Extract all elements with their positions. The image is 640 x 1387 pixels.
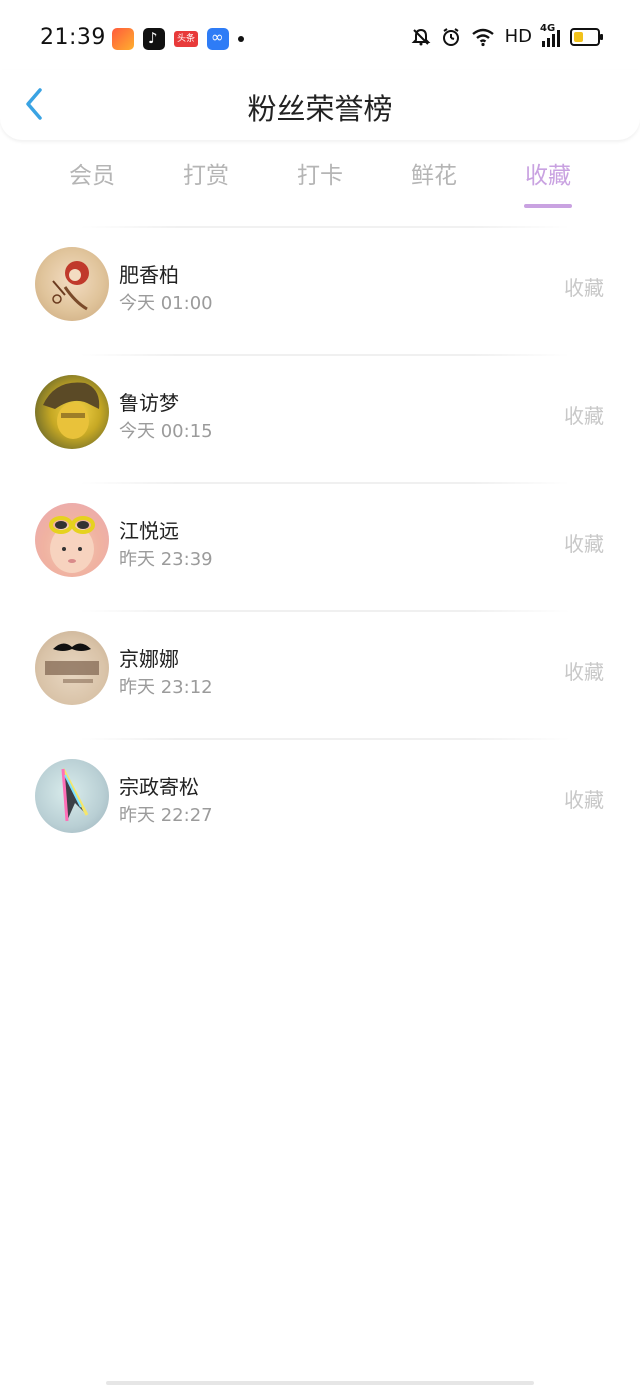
tab-favorites[interactable]: 收藏 (491, 156, 605, 212)
avatar[interactable] (35, 631, 109, 705)
list-item[interactable]: 宗政寄松 昨天 22:27 收藏 (0, 740, 640, 868)
wifi-icon (471, 28, 494, 46)
tab-member[interactable]: 会员 (35, 156, 149, 212)
action-label: 收藏 (564, 532, 604, 556)
action-label: 收藏 (564, 660, 604, 684)
infinity-app-icon (207, 28, 229, 50)
toutiao-icon: 头条 (174, 31, 198, 47)
tab-reward[interactable]: 打赏 (149, 156, 263, 212)
top-nav-bar: 粉丝荣誉榜 (0, 70, 640, 140)
avatar[interactable] (35, 503, 109, 577)
alarm-icon (442, 27, 459, 46)
signal-4g-icon: 4G (540, 23, 560, 47)
app-notification-icon (112, 28, 134, 50)
douyin-icon (143, 28, 165, 50)
hd-indicator: HD (504, 26, 532, 47)
user-name: 鲁访梦 (119, 391, 179, 415)
user-name: 江悦远 (119, 519, 179, 543)
avatar[interactable] (35, 759, 109, 833)
avatar[interactable] (35, 375, 109, 449)
list-item[interactable]: 鲁访梦 今天 00:15 收藏 (0, 356, 640, 484)
status-app-icons: 头条 (112, 28, 244, 50)
fan-list: 肥香柏 今天 01:00 收藏 鲁访梦 今天 00:15 收藏 江悦远 昨天 2… (0, 228, 640, 868)
page-title: 粉丝荣誉榜 (247, 92, 393, 126)
list-item[interactable]: 肥香柏 今天 01:00 收藏 (0, 228, 640, 356)
action-label: 收藏 (564, 276, 604, 300)
more-notifications-dot (238, 36, 244, 42)
battery-icon (570, 27, 603, 46)
list-item[interactable]: 京娜娜 昨天 23:12 收藏 (0, 612, 640, 740)
network-type: 4G (540, 22, 556, 34)
list-item[interactable]: 江悦远 昨天 23:39 收藏 (0, 484, 640, 612)
timestamp: 今天 00:15 (119, 421, 213, 442)
timestamp: 今天 01:00 (119, 293, 213, 314)
timestamp: 昨天 22:27 (119, 805, 213, 826)
status-bar: 21:39 头条 HD 4G (0, 0, 640, 78)
status-indicators: HD 4G (411, 23, 603, 47)
action-label: 收藏 (564, 788, 604, 812)
timestamp: 昨天 23:12 (119, 677, 213, 698)
tab-flowers[interactable]: 鲜花 (377, 156, 491, 212)
timestamp: 昨天 23:39 (119, 549, 213, 570)
user-name: 京娜娜 (119, 647, 179, 671)
tab-checkin[interactable]: 打卡 (263, 156, 377, 212)
user-name: 肥香柏 (119, 263, 179, 287)
category-tabs: 会员 打赏 打卡 鲜花 收藏 (35, 156, 605, 212)
mute-bell-icon (411, 28, 431, 45)
action-label: 收藏 (564, 404, 604, 428)
home-indicator[interactable] (106, 1381, 534, 1385)
status-time: 21:39 (40, 25, 106, 50)
avatar[interactable] (35, 247, 109, 321)
user-name: 宗政寄松 (119, 775, 199, 799)
